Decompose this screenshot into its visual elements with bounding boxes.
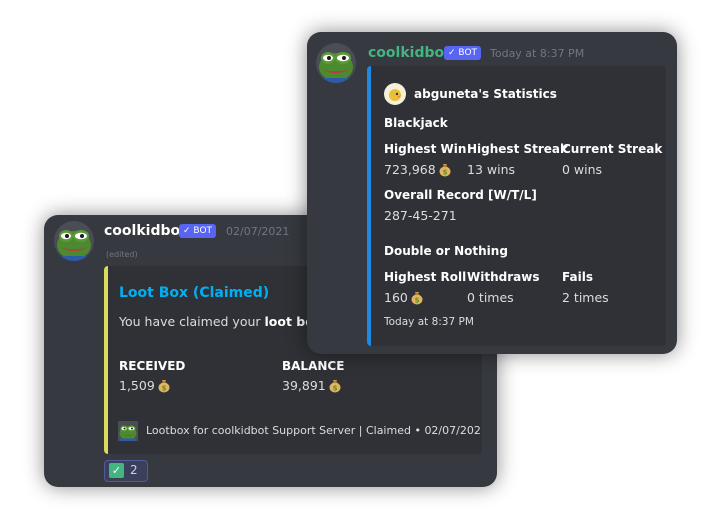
embed-footer: Lootbox for coolkidbot Support Server | … xyxy=(146,424,482,437)
current-streak-field-name: Current Streak xyxy=(562,142,663,156)
embed-accent-bar xyxy=(367,66,371,346)
balance-field-name: BALANCE xyxy=(282,359,345,373)
check-mark-icon: ✓ xyxy=(109,463,124,478)
message-timestamp: 02/07/2021 xyxy=(226,225,290,238)
pepe-avatar-icon xyxy=(54,221,94,261)
author-avatar-icon xyxy=(384,83,406,105)
verified-check-icon: ✓ xyxy=(183,226,191,236)
reaction-count: 2 xyxy=(130,463,138,477)
money-bag-icon xyxy=(156,377,172,393)
highest-win-field-value: 723,968 xyxy=(384,161,453,177)
money-bag-icon xyxy=(409,289,425,305)
money-bag-icon xyxy=(327,377,343,393)
double-or-nothing-section-title: Double or Nothing xyxy=(384,244,508,258)
received-field-name: RECEIVED xyxy=(119,359,186,373)
statistics-embed: abguneta's Statistics Blackjack Highest … xyxy=(367,66,666,346)
pepe-avatar-icon xyxy=(316,43,356,83)
received-field-value: 1,509 xyxy=(119,377,172,393)
highest-roll-field-name: Highest Roll xyxy=(384,270,467,284)
embed-author[interactable]: abguneta's Statistics xyxy=(414,87,557,101)
bot-badge: ✓ BOT xyxy=(444,46,482,60)
embed-accent-bar xyxy=(104,266,108,454)
highest-streak-field-name: Highest Streak xyxy=(467,142,568,156)
fails-field-value: 2 times xyxy=(562,290,609,305)
verified-check-icon: ✓ xyxy=(448,48,456,58)
current-streak-field-value: 0 wins xyxy=(562,162,603,177)
highest-roll-field-value: 160 xyxy=(384,289,425,305)
withdraws-field-name: Withdraws xyxy=(467,270,540,284)
fails-field-name: Fails xyxy=(562,270,593,284)
withdraws-field-value: 0 times xyxy=(467,290,514,305)
bot-avatar[interactable] xyxy=(316,43,356,83)
blackjack-section-title: Blackjack xyxy=(384,116,448,130)
embed-footer: Today at 8:37 PM xyxy=(384,316,474,328)
bot-username[interactable]: coolkidbot xyxy=(104,223,187,239)
highest-streak-field-value: 13 wins xyxy=(467,162,516,177)
bot-avatar[interactable] xyxy=(54,221,94,261)
embed-description: You have claimed your loot box xyxy=(119,314,322,329)
balance-field-value: 39,891 xyxy=(282,377,343,393)
bot-username[interactable]: coolkidbot xyxy=(368,45,451,61)
money-bag-icon xyxy=(437,161,453,177)
embed-title[interactable]: Loot Box (Claimed) xyxy=(119,285,269,301)
message-timestamp: Today at 8:37 PM xyxy=(490,47,585,60)
statistics-message-card: coolkidbot ✓ BOT Today at 8:37 PM abgune… xyxy=(307,32,677,354)
reaction-button[interactable]: ✓ 2 xyxy=(104,460,148,482)
bot-badge: ✓ BOT xyxy=(179,224,217,238)
footer-avatar-icon xyxy=(118,421,138,441)
overall-record-field-value: 287-45-271 xyxy=(384,208,457,223)
overall-record-field-name: Overall Record [W/T/L] xyxy=(384,188,537,202)
highest-win-field-name: Highest Win xyxy=(384,142,467,156)
edited-label: (edited) xyxy=(106,250,138,259)
